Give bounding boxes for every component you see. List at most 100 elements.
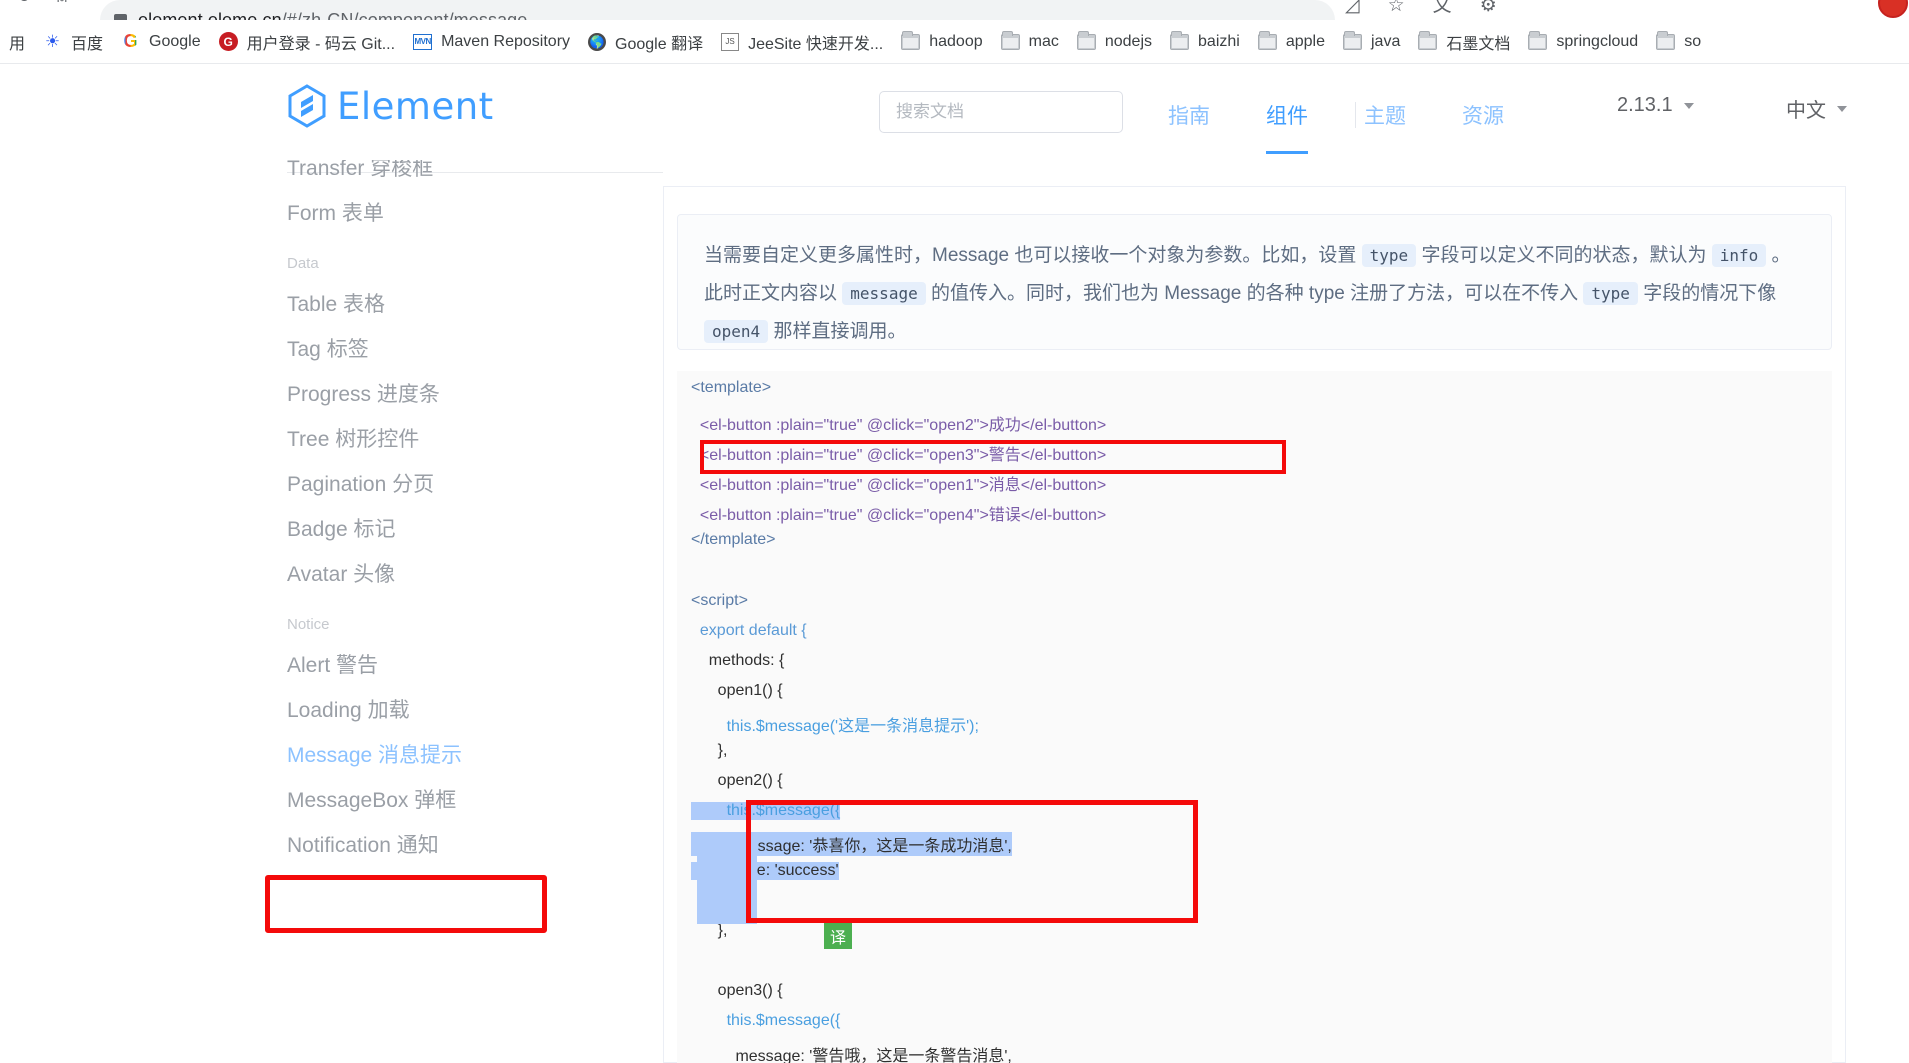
code-line: <el-button :plain="true" @click="open2">… xyxy=(691,417,1107,434)
sidebar-item-message[interactable]: Message 消息提示 xyxy=(287,739,462,769)
bookmark-item[interactable]: baizhi xyxy=(1161,27,1249,57)
bookmark-label: 石墨文档 xyxy=(1446,35,1511,53)
sidebar-item-badge[interactable]: Badge 标记 xyxy=(287,513,396,543)
gitee-icon: G xyxy=(218,32,238,51)
desc-text-6: 字段的情况下像 xyxy=(1637,283,1777,304)
sidebar: Transfer 穿梭框 Form 表单 Data Table 表格 Tag 标… xyxy=(0,160,663,1063)
sidebar-item-table[interactable]: Table 表格 xyxy=(287,288,385,318)
bookmarks-bar: 用 ☀ 百度 G Google G 用户登录 - 码云 Git... MVN M… xyxy=(0,20,1909,64)
chevron-down-icon xyxy=(1683,102,1694,109)
star-icon[interactable]: ☆ xyxy=(1388,0,1405,15)
code-line: }, xyxy=(691,922,728,939)
sidebar-item-alert[interactable]: Alert 警告 xyxy=(287,649,378,679)
omnibox-actions: ◿ ☆ 文 ⚙ xyxy=(1345,0,1497,15)
code-line: open3() { xyxy=(691,982,783,999)
folder-icon xyxy=(901,30,921,50)
nav-item-resource[interactable]: 资源 xyxy=(1434,84,1532,146)
jeesite-icon: JS xyxy=(721,32,740,51)
language-select[interactable]: 中文 xyxy=(1786,94,1847,123)
bookmark-item[interactable]: nodejs xyxy=(1068,27,1161,57)
baidu-icon: ☀ xyxy=(44,32,61,51)
version-select[interactable]: 2.13.1 xyxy=(1617,94,1694,117)
folder-icon xyxy=(1418,30,1438,50)
folder-icon xyxy=(1000,30,1020,50)
sidebar-item-pagination[interactable]: Pagination 分页 xyxy=(287,468,434,498)
code-chip-info: info xyxy=(1711,244,1767,267)
bookmark-item[interactable]: springcloud xyxy=(1519,27,1647,57)
element-logo-text: Element xyxy=(337,84,494,128)
desc-text-1: 当需要自定义更多属性时，Message 也可以接收一个对象为参数。比如，设置 xyxy=(704,245,1362,266)
bookmark-label: springcloud xyxy=(1556,32,1639,50)
chevron-down-icon xyxy=(1837,105,1847,112)
bookmark-label: nodejs xyxy=(1104,32,1153,50)
code-chip-type-1: type xyxy=(1361,244,1417,267)
code-line: open2() { xyxy=(691,772,783,789)
sidebar-item-tree[interactable]: Tree 树形控件 xyxy=(287,423,419,453)
folder-icon xyxy=(1342,30,1362,50)
nav-item-guide[interactable]: 指南 xyxy=(1140,84,1238,146)
element-logo-icon xyxy=(288,84,326,128)
code-line: this.$message('这是一条消息提示'); xyxy=(691,718,979,735)
sidebar-item-avatar[interactable]: Avatar 头像 xyxy=(287,558,395,588)
search-box[interactable] xyxy=(879,91,1123,133)
translate-icon[interactable]: 文 xyxy=(1433,0,1452,15)
folder-icon xyxy=(1257,30,1277,50)
bookmark-item[interactable]: so xyxy=(1647,27,1710,57)
sidebar-item-tag[interactable]: Tag 标签 xyxy=(287,333,369,363)
code-line: this.$message({ xyxy=(691,1012,841,1029)
code-line: message: '警告哦，这是一条警告消息', xyxy=(691,1048,1012,1063)
bookmark-item[interactable]: G 用户登录 - 码云 Git... xyxy=(210,27,404,57)
selection-highlight-gutter xyxy=(697,838,757,924)
code-line: }, xyxy=(691,742,728,759)
sidebar-item-loading[interactable]: Loading 加载 xyxy=(287,694,410,724)
nav-item-theme[interactable]: 主题 xyxy=(1336,84,1434,146)
desc-text-7: 那样直接调用。 xyxy=(768,321,907,342)
bookmark-item[interactable]: ☀ 百度 xyxy=(34,27,112,57)
bookmark-item[interactable]: 用 xyxy=(0,27,34,57)
sidebar-group-data: Data xyxy=(287,255,319,272)
description-paragraph: 当需要自定义更多属性时，Message 也可以接收一个对象为参数。比如，设置 t… xyxy=(704,237,1805,351)
bookmark-item[interactable]: hadoop xyxy=(892,27,991,57)
code-line: <el-button :plain="true" @click="open4">… xyxy=(691,507,1107,524)
sidebar-item-progress[interactable]: Progress 进度条 xyxy=(287,378,440,408)
folder-icon xyxy=(1076,30,1096,50)
share-icon[interactable]: ⍝ xyxy=(48,0,76,11)
puzzle-icon[interactable]: ⚙ xyxy=(1480,0,1497,15)
code-line: open1() { xyxy=(691,682,783,699)
nav-item-components[interactable]: 组件 xyxy=(1238,84,1336,154)
bookmark-item[interactable]: java xyxy=(1334,27,1409,57)
header-divider xyxy=(1355,102,1356,128)
code-line: <el-button :plain="true" @click="open1">… xyxy=(691,477,1107,494)
maven-icon: MVN xyxy=(413,33,433,50)
bookmark-item[interactable]: 石墨文档 xyxy=(1409,27,1519,57)
element-logo[interactable]: Element xyxy=(287,84,494,128)
sidebar-item-messagebox[interactable]: MessageBox 弹框 xyxy=(287,784,456,814)
cast-icon[interactable]: ◿ xyxy=(1345,0,1360,15)
bookmark-label: baizhi xyxy=(1198,32,1240,50)
translate-badge[interactable]: 译 xyxy=(824,923,852,949)
folder-icon xyxy=(1528,30,1548,50)
bookmark-item[interactable]: mac xyxy=(992,27,1068,57)
bookmark-label: java xyxy=(1370,32,1401,50)
sidebar-item-transfer[interactable]: Transfer 穿梭框 xyxy=(287,160,433,182)
bookmark-item[interactable]: apple xyxy=(1249,27,1334,57)
reload-icon[interactable]: ↻ xyxy=(10,0,38,11)
bookmark-label: mac xyxy=(1028,32,1059,50)
sidebar-group-notice: Notice xyxy=(287,616,330,633)
bookmark-item[interactable]: 🌎 Google 翻译 xyxy=(579,27,712,57)
sidebar-item-form[interactable]: Form 表单 xyxy=(287,197,384,227)
search-input[interactable] xyxy=(896,102,1106,122)
desc-text-3: 。 xyxy=(1766,245,1791,266)
bookmark-item[interactable]: MVN Maven Repository xyxy=(404,27,579,57)
google-icon: G xyxy=(121,32,140,51)
bookmark-label: 百度 xyxy=(71,35,104,53)
bookmark-label: Maven Repository xyxy=(441,32,571,50)
site-header: Element 指南 组件 主题 资源 2.13.1 中文 xyxy=(0,64,1909,160)
bookmark-item[interactable]: JS JeeSite 快速开发... xyxy=(712,27,892,57)
sidebar-item-notification[interactable]: Notification 通知 xyxy=(287,829,439,859)
bookmark-label: 用 xyxy=(9,35,26,53)
bookmark-item[interactable]: G Google xyxy=(112,27,210,57)
code-block[interactable]: <template> <el-button :plain="true" @cli… xyxy=(677,371,1832,1063)
code-line: </template> xyxy=(691,531,776,548)
bookmark-label: 用户登录 - 码云 Git... xyxy=(246,35,396,53)
